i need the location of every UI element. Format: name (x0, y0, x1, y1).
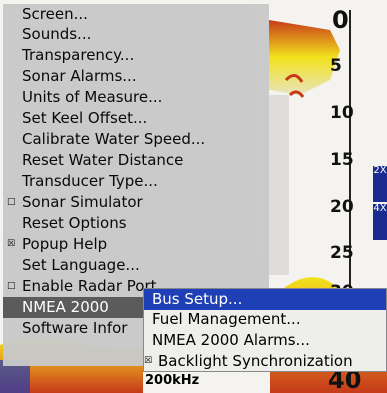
menu-item-set-language[interactable]: Set Language... (3, 255, 269, 276)
zoom-4x-button[interactable]: 4X (373, 204, 387, 240)
menu-item-label: Reset Options (22, 214, 127, 232)
menu-item-sounds[interactable]: Sounds... (3, 24, 269, 45)
depth-label-5: 5 (330, 56, 342, 76)
menu-item-label: Calibrate Water Speed... (22, 130, 206, 148)
depth-label-0: 0 (332, 6, 349, 34)
menu-item-label: Sonar Alarms... (22, 67, 137, 85)
menu-item-set-keel-offset[interactable]: Set Keel Offset... (3, 108, 269, 129)
menu-item-calibrate-water-speed[interactable]: Calibrate Water Speed... (3, 129, 269, 150)
checkbox-icon: □ (7, 281, 16, 291)
menu-item-label: Enable Radar Port (22, 277, 157, 295)
zoom-2x-button[interactable]: 2X (373, 166, 387, 202)
menu-item-reset-water-distance[interactable]: Reset Water Distance (3, 150, 269, 171)
sonar-screen: 0 5 10 15 20 25 30 35 40 2X 4X Screen...… (0, 0, 387, 393)
menu-item-sonar-alarms[interactable]: Sonar Alarms... (3, 66, 269, 87)
menu-item-popup-help[interactable]: ☒ Popup Help (3, 234, 269, 255)
menu-item-label: Screen... (22, 5, 88, 23)
submenu-item-fuel-management[interactable]: Fuel Management... (144, 309, 386, 330)
depth-label-25: 25 (330, 243, 354, 263)
menu-item-transparency[interactable]: Transparency... (3, 45, 269, 66)
frequency-readout: 200kHz (145, 373, 200, 388)
menu-item-sonar-simulator[interactable]: □ Sonar Simulator (3, 192, 269, 213)
nmea-2000-submenu: Bus Setup... Fuel Management... NMEA 200… (143, 288, 387, 372)
checkbox-icon: ☒ (144, 356, 153, 366)
menu-item-reset-options[interactable]: Reset Options (3, 213, 269, 234)
depth-label-15: 15 (330, 150, 354, 170)
menu-item-label: Transducer Type... (22, 172, 158, 190)
menu-item-screen[interactable]: Screen... (3, 4, 269, 25)
depth-label-20: 20 (330, 197, 354, 217)
submenu-item-label: Backlight Synchronization (158, 352, 353, 370)
menu-item-label: Set Language... (22, 256, 140, 274)
menu-item-label: Sounds... (22, 25, 92, 43)
menu-item-label: NMEA 2000 (22, 298, 109, 316)
menu-item-units-of-measure[interactable]: Units of Measure... (3, 87, 269, 108)
submenu-item-label: NMEA 2000 Alarms... (152, 331, 310, 349)
menu-item-transducer-type[interactable]: Transducer Type... (3, 171, 269, 192)
checkbox-icon: ☒ (7, 239, 16, 249)
menu-item-label: Sonar Simulator (22, 193, 143, 211)
submenu-item-backlight-synchronization[interactable]: ☒ Backlight Synchronization (144, 351, 386, 372)
menu-item-label: Popup Help (22, 235, 108, 253)
submenu-item-label: Bus Setup... (152, 290, 243, 308)
checkbox-icon: □ (7, 197, 16, 207)
depth-label-10: 10 (330, 103, 354, 123)
menu-item-label: Set Keel Offset... (22, 109, 148, 127)
submenu-item-bus-setup[interactable]: Bus Setup... (144, 289, 386, 310)
menu-item-label: Transparency... (22, 46, 135, 64)
menu-item-label: Reset Water Distance (22, 151, 184, 169)
menu-item-label: Software Infor (22, 319, 128, 337)
submenu-item-nmea-2000-alarms[interactable]: NMEA 2000 Alarms... (144, 330, 386, 351)
menu-item-label: Units of Measure... (22, 88, 163, 106)
submenu-item-label: Fuel Management... (152, 310, 301, 328)
